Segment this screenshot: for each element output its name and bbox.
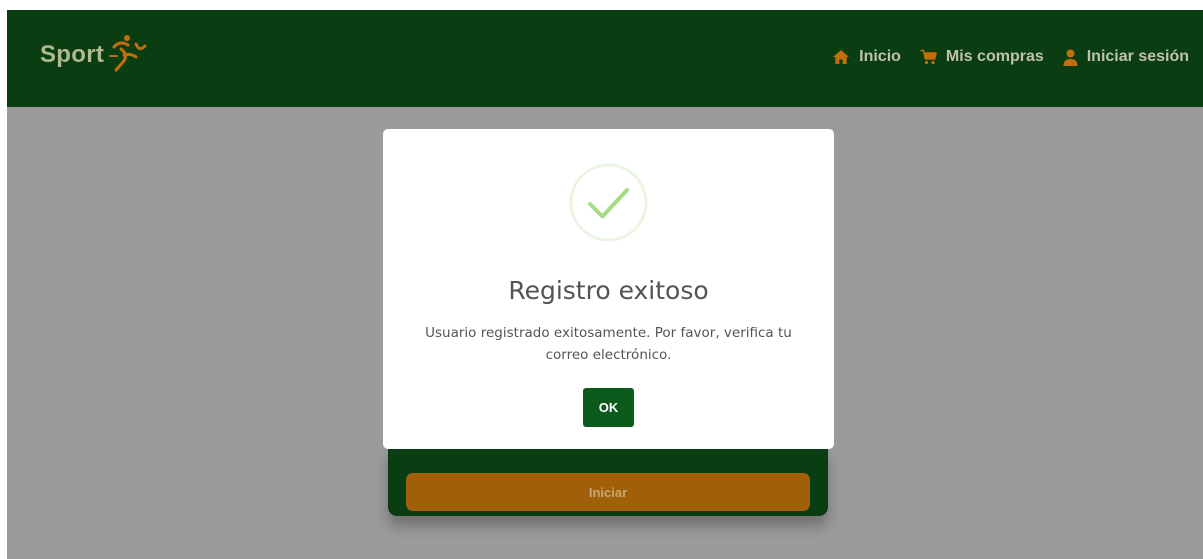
login-form-card: Iniciar — [388, 448, 828, 516]
brand-logo-link[interactable]: Sport — [40, 35, 148, 72]
cart-icon — [920, 49, 937, 65]
success-check-icon — [569, 163, 648, 242]
nav-item-label: Inicio — [859, 48, 901, 65]
navbar: Sport Inicio Mis compras Iniciar sesión — [7, 10, 1203, 107]
page-left-strip — [0, 0, 7, 559]
nav-item-inicio[interactable]: Inicio — [832, 48, 901, 66]
nav-item-label: Iniciar sesión — [1086, 48, 1189, 65]
dialog-message: Usuario registrado exitosamente. Por fav… — [425, 325, 792, 363]
app-viewport: Sport Inicio Mis compras Iniciar sesión … — [7, 10, 1203, 559]
dialog-title: Registro exitoso — [508, 276, 709, 305]
nav-item-mis-compras[interactable]: Mis compras — [920, 48, 1044, 66]
runner-logo-icon — [109, 35, 147, 72]
ok-button[interactable]: OK — [583, 388, 634, 427]
home-icon — [833, 50, 850, 64]
nav-item-iniciar-sesion[interactable]: Iniciar sesión — [1063, 48, 1189, 66]
main-nav: Inicio Mis compras Iniciar sesión — [813, 48, 1189, 66]
user-icon — [1063, 49, 1078, 66]
brand-name: Sport — [40, 41, 105, 68]
success-dialog: Registro exitoso Usuario registrado exit… — [383, 129, 834, 449]
nav-item-label: Mis compras — [945, 48, 1044, 65]
start-button[interactable]: Iniciar — [406, 473, 810, 511]
page-top-strip — [0, 0, 1203, 10]
